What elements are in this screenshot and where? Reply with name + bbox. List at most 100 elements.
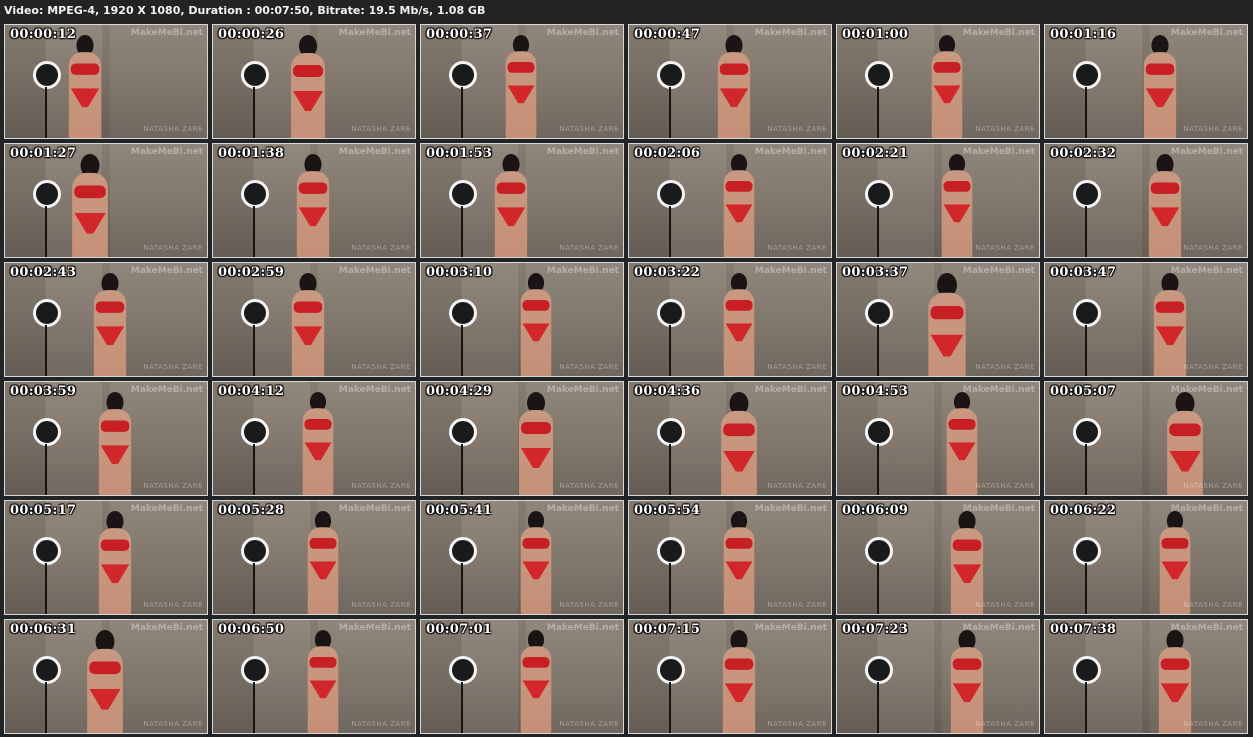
thumbnail-tile[interactable]: 00:05:17 MakeMeBi.net NATASHA ZARE bbox=[4, 500, 208, 615]
thumbnail-tile[interactable]: 00:06:31 MakeMeBi.net NATASHA ZARE bbox=[4, 619, 208, 734]
ring-light-icon bbox=[241, 418, 269, 446]
thumbnail-tile[interactable]: 00:06:09 MakeMeBi.net NATASHA ZARE bbox=[836, 500, 1040, 615]
thumbnail-tile[interactable]: 00:03:47 MakeMeBi.net NATASHA ZARE bbox=[1044, 262, 1248, 377]
person-figure bbox=[289, 273, 327, 376]
thumbnail-tile[interactable]: 00:07:15 MakeMeBi.net NATASHA ZARE bbox=[628, 619, 832, 734]
thumbnail-tile[interactable]: 00:00:37 MakeMeBi.net NATASHA ZARE bbox=[420, 24, 624, 139]
timestamp-label: 00:06:22 bbox=[1050, 503, 1117, 518]
watermark-name: NATASHA ZARE bbox=[975, 601, 1035, 609]
person-figure bbox=[721, 511, 757, 614]
person-figure bbox=[944, 392, 980, 495]
person-figure bbox=[1141, 35, 1179, 138]
person-figure bbox=[305, 630, 341, 733]
person-figure bbox=[288, 35, 328, 138]
watermark-name: NATASHA ZARE bbox=[143, 125, 203, 133]
ring-light-icon bbox=[1073, 180, 1101, 208]
ring-light-icon bbox=[449, 180, 477, 208]
thumbnail-tile[interactable]: 00:04:53 MakeMeBi.net NATASHA ZARE bbox=[836, 381, 1040, 496]
thumbnail-tile[interactable]: 00:03:10 MakeMeBi.net NATASHA ZARE bbox=[420, 262, 624, 377]
timestamp-label: 00:05:41 bbox=[426, 503, 493, 518]
thumbnail-tile[interactable]: 00:04:12 MakeMeBi.net NATASHA ZARE bbox=[212, 381, 416, 496]
watermark-site: MakeMeBi.net bbox=[338, 147, 411, 157]
thumbnail-tile[interactable]: 00:07:23 MakeMeBi.net NATASHA ZARE bbox=[836, 619, 1040, 734]
video-info-header: Video: MPEG-4, 1920 X 1080, Duration : 0… bbox=[4, 4, 486, 17]
light-stand bbox=[1085, 682, 1087, 733]
ring-light-icon bbox=[33, 299, 61, 327]
watermark-name: NATASHA ZARE bbox=[143, 482, 203, 490]
watermark-site: MakeMeBi.net bbox=[130, 147, 203, 157]
timestamp-label: 00:07:15 bbox=[634, 622, 701, 637]
thumbnail-tile[interactable]: 00:06:50 MakeMeBi.net NATASHA ZARE bbox=[212, 619, 416, 734]
thumbnail-tile[interactable]: 00:02:59 MakeMeBi.net NATASHA ZARE bbox=[212, 262, 416, 377]
timestamp-label: 00:03:47 bbox=[1050, 265, 1117, 280]
light-stand bbox=[877, 444, 879, 495]
thumbnail-tile[interactable]: 00:00:26 MakeMeBi.net NATASHA ZARE bbox=[212, 24, 416, 139]
person-figure bbox=[96, 511, 134, 614]
thumbnail-tile[interactable]: 00:05:54 MakeMeBi.net NATASHA ZARE bbox=[628, 500, 832, 615]
watermark-name: NATASHA ZARE bbox=[975, 363, 1035, 371]
watermark-name: NATASHA ZARE bbox=[975, 482, 1035, 490]
person-figure bbox=[925, 273, 969, 376]
watermark-site: MakeMeBi.net bbox=[1170, 147, 1243, 157]
person-figure bbox=[518, 511, 554, 614]
thumbnail-tile[interactable]: 00:00:47 MakeMeBi.net NATASHA ZARE bbox=[628, 24, 832, 139]
thumbnail-tile[interactable]: 00:05:28 MakeMeBi.net NATASHA ZARE bbox=[212, 500, 416, 615]
ring-light-icon bbox=[33, 180, 61, 208]
thumbnail-tile[interactable]: 00:06:22 MakeMeBi.net NATASHA ZARE bbox=[1044, 500, 1248, 615]
light-stand bbox=[461, 563, 463, 614]
watermark-name: NATASHA ZARE bbox=[1183, 601, 1243, 609]
watermark-name: NATASHA ZARE bbox=[351, 244, 411, 252]
timestamp-label: 00:03:10 bbox=[426, 265, 493, 280]
ring-light-icon bbox=[865, 656, 893, 684]
thumbnail-tile[interactable]: 00:07:38 MakeMeBi.net NATASHA ZARE bbox=[1044, 619, 1248, 734]
thumbnail-tile[interactable]: 00:03:37 MakeMeBi.net NATASHA ZARE bbox=[836, 262, 1040, 377]
watermark-name: NATASHA ZARE bbox=[1183, 125, 1243, 133]
light-stand bbox=[461, 682, 463, 733]
watermark-site: MakeMeBi.net bbox=[1170, 385, 1243, 395]
timestamp-label: 00:04:53 bbox=[842, 384, 909, 399]
light-stand bbox=[669, 87, 671, 138]
light-stand bbox=[669, 563, 671, 614]
timestamp-label: 00:01:38 bbox=[218, 146, 285, 161]
watermark-site: MakeMeBi.net bbox=[754, 385, 827, 395]
thumbnail-tile[interactable]: 00:01:00 MakeMeBi.net NATASHA ZARE bbox=[836, 24, 1040, 139]
thumbnail-tile[interactable]: 00:05:41 MakeMeBi.net NATASHA ZARE bbox=[420, 500, 624, 615]
watermark-name: NATASHA ZARE bbox=[559, 482, 619, 490]
person-figure bbox=[715, 35, 753, 138]
thumbnail-tile[interactable]: 00:02:06 MakeMeBi.net NATASHA ZARE bbox=[628, 143, 832, 258]
watermark-name: NATASHA ZARE bbox=[559, 601, 619, 609]
ring-light-icon bbox=[657, 656, 685, 684]
watermark-name: NATASHA ZARE bbox=[1183, 720, 1243, 728]
thumbnail-tile[interactable]: 00:00:12 MakeMeBi.net NATASHA ZARE bbox=[4, 24, 208, 139]
thumbnail-tile[interactable]: 00:01:16 MakeMeBi.net NATASHA ZARE bbox=[1044, 24, 1248, 139]
light-stand bbox=[877, 682, 879, 733]
light-stand bbox=[461, 87, 463, 138]
ring-light-icon bbox=[1073, 656, 1101, 684]
thumbnail-tile[interactable]: 00:02:43 MakeMeBi.net NATASHA ZARE bbox=[4, 262, 208, 377]
watermark-site: MakeMeBi.net bbox=[546, 623, 619, 633]
person-figure bbox=[718, 392, 760, 495]
thumbnail-tile[interactable]: 00:04:36 MakeMeBi.net NATASHA ZARE bbox=[628, 381, 832, 496]
thumbnail-tile[interactable]: 00:01:38 MakeMeBi.net NATASHA ZARE bbox=[212, 143, 416, 258]
watermark-name: NATASHA ZARE bbox=[559, 720, 619, 728]
thumbnail-tile[interactable]: 00:02:32 MakeMeBi.net NATASHA ZARE bbox=[1044, 143, 1248, 258]
ring-light-icon bbox=[33, 656, 61, 684]
thumbnail-tile[interactable]: 00:07:01 MakeMeBi.net NATASHA ZARE bbox=[420, 619, 624, 734]
thumbnail-tile[interactable]: 00:03:22 MakeMeBi.net NATASHA ZARE bbox=[628, 262, 832, 377]
timestamp-label: 00:03:59 bbox=[10, 384, 77, 399]
thumbnail-tile[interactable]: 00:02:21 MakeMeBi.net NATASHA ZARE bbox=[836, 143, 1040, 258]
light-stand bbox=[1085, 325, 1087, 376]
person-figure bbox=[300, 392, 336, 495]
person-figure bbox=[948, 630, 986, 733]
watermark-name: NATASHA ZARE bbox=[1183, 482, 1243, 490]
thumbnail-tile[interactable]: 00:01:27 MakeMeBi.net NATASHA ZARE bbox=[4, 143, 208, 258]
thumbnail-tile[interactable]: 00:05:07 MakeMeBi.net NATASHA ZARE bbox=[1044, 381, 1248, 496]
person-figure bbox=[948, 511, 986, 614]
thumbnail-tile[interactable]: 00:01:53 MakeMeBi.net NATASHA ZARE bbox=[420, 143, 624, 258]
thumbnail-tile[interactable]: 00:04:29 MakeMeBi.net NATASHA ZARE bbox=[420, 381, 624, 496]
watermark-site: MakeMeBi.net bbox=[546, 266, 619, 276]
watermark-site: MakeMeBi.net bbox=[754, 147, 827, 157]
thumbnail-tile[interactable]: 00:03:59 MakeMeBi.net NATASHA ZARE bbox=[4, 381, 208, 496]
light-stand bbox=[1085, 87, 1087, 138]
watermark-site: MakeMeBi.net bbox=[1170, 28, 1243, 38]
